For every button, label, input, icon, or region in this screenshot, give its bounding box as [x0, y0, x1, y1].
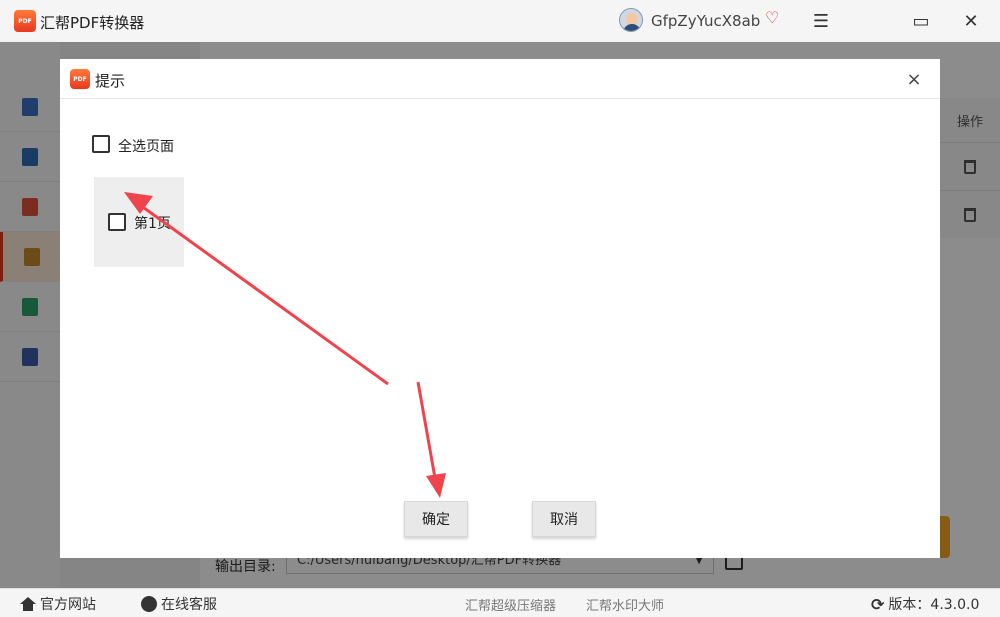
compressor-link-label: 汇帮超级压缩器 — [465, 599, 557, 614]
user-name[interactable]: GfpZyYucX8ab — [651, 12, 760, 30]
page-1-label[interactable]: 第1页 — [134, 213, 171, 233]
confirm-button[interactable]: 确定 — [404, 501, 468, 537]
vip-heart-icon[interactable]: ♡ — [765, 10, 783, 26]
home-icon — [20, 597, 36, 611]
select-all-checkbox[interactable] — [92, 135, 110, 153]
cancel-button[interactable]: 取消 — [532, 501, 596, 537]
user-avatar[interactable] — [619, 8, 643, 32]
official-website-link[interactable]: 官方网站 — [20, 594, 96, 614]
app-logo-icon: PDF — [14, 10, 36, 32]
select-all-label[interactable]: 全选页面 — [118, 136, 174, 156]
page-select-dialog: PDF 提示 × 全选页面 第1页 确定 取消 — [60, 59, 940, 558]
dialog-close-button[interactable]: × — [900, 65, 928, 93]
watermark-link[interactable]: 汇帮水印大师 — [586, 595, 664, 614]
online-support-link[interactable]: 在线客服 — [141, 594, 217, 614]
app-title: 汇帮PDF转换器 — [40, 14, 145, 32]
headset-icon — [141, 596, 157, 612]
dialog-header: PDF 提示 × — [60, 59, 940, 99]
window-close-button[interactable]: ✕ — [958, 8, 984, 34]
official-website-label: 官方网站 — [40, 597, 96, 613]
version-label: 版本：4.3.0.0 — [888, 597, 980, 613]
status-bar: 官方网站 在线客服 汇帮超级压缩器 汇帮水印大师 ⟳ 版本：4.3.0.0 — [0, 588, 1000, 617]
menu-button[interactable]: ☰ — [808, 8, 834, 34]
dialog-title: 提示 — [95, 72, 126, 90]
online-support-label: 在线客服 — [161, 597, 217, 613]
maximize-button[interactable]: ▭ — [908, 8, 934, 34]
compressor-link[interactable]: 汇帮超级压缩器 — [465, 595, 556, 614]
title-bar: PDF 汇帮PDF转换器 GfpZyYucX8ab ♡ ☰ ▭ ✕ — [0, 0, 1000, 42]
version-info: ⟳ 版本：4.3.0.0 — [871, 594, 979, 614]
page-1-checkbox[interactable] — [108, 213, 126, 231]
dialog-logo-icon: PDF — [70, 69, 90, 89]
refresh-icon[interactable]: ⟳ — [871, 595, 884, 614]
watermark-link-label: 汇帮水印大师 — [586, 599, 665, 614]
